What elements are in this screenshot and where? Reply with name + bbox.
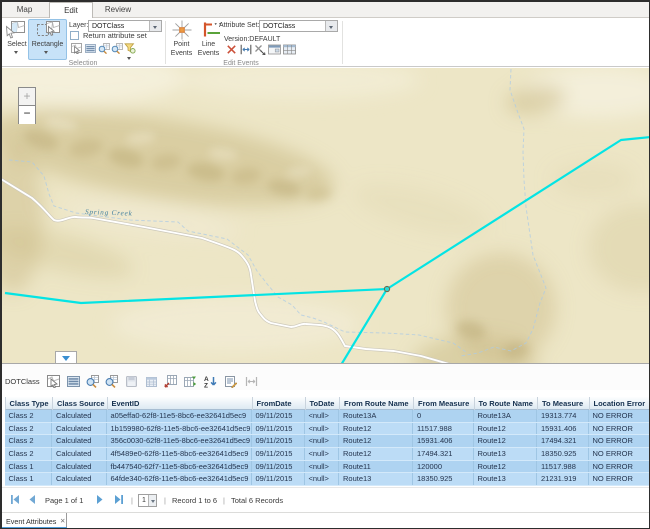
svg-text:Z: Z bbox=[204, 383, 208, 389]
svg-text:Spring Creek: Spring Creek bbox=[85, 208, 133, 218]
